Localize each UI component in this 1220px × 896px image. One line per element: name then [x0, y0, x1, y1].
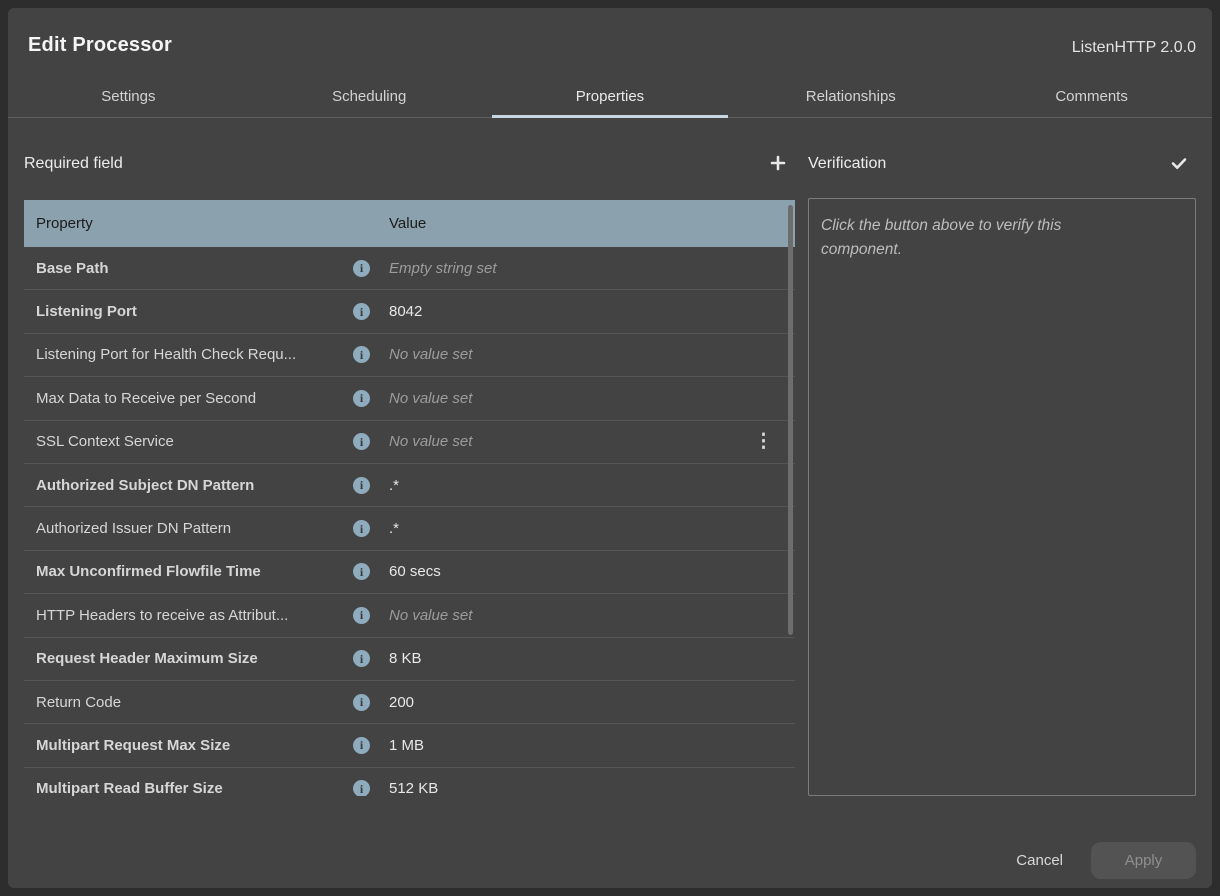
tab-relationships[interactable]: Relationships [730, 76, 971, 117]
tab-properties[interactable]: Properties [490, 76, 731, 117]
property-name: Listening Port for Health Check Requ... [24, 346, 353, 363]
verify-button[interactable] [1162, 147, 1196, 181]
properties-table-body: Base Path Empty string set Listening Por… [24, 247, 795, 796]
property-row[interactable]: Listening Port 8042 [24, 290, 795, 333]
property-name: Request Header Maximum Size [24, 650, 353, 667]
property-row[interactable]: HTTP Headers to receive as Attribut... N… [24, 594, 795, 637]
info-icon[interactable] [353, 390, 370, 407]
column-header-value: Value [389, 215, 426, 232]
edit-processor-dialog: Edit Processor ListenHTTP 2.0.0 Settings… [8, 8, 1212, 888]
check-icon [1170, 154, 1188, 175]
verification-placeholder: Click the button above to verify this co… [821, 214, 1136, 262]
properties-table: Property Value Base Path Empty string se… [24, 200, 795, 796]
required-field-label: Required field [24, 155, 123, 173]
tab-bar: Settings Scheduling Properties Relations… [8, 76, 1212, 118]
property-row[interactable]: Listening Port for Health Check Requ... … [24, 334, 795, 377]
info-icon[interactable] [353, 780, 370, 796]
property-value: No value set [389, 607, 472, 624]
tab-label: Settings [101, 88, 155, 105]
property-value: 512 KB [389, 780, 438, 796]
property-row[interactable]: Request Header Maximum Size 8 KB [24, 638, 795, 681]
dialog-title: Edit Processor [28, 34, 172, 57]
verification-panel: Click the button above to verify this co… [808, 198, 1196, 796]
info-icon[interactable] [353, 694, 370, 711]
table-scrollbar[interactable] [788, 205, 793, 635]
info-icon[interactable] [353, 260, 370, 277]
property-row[interactable]: Multipart Read Buffer Size 512 KB [24, 768, 795, 796]
tab-label: Properties [576, 88, 644, 105]
property-name: Listening Port [24, 303, 353, 320]
property-row[interactable]: Return Code 200 [24, 681, 795, 724]
property-name: Authorized Issuer DN Pattern [24, 520, 353, 537]
column-header-property: Property [24, 215, 353, 232]
property-value: 60 secs [389, 563, 441, 580]
info-icon[interactable] [353, 650, 370, 667]
info-icon[interactable] [353, 563, 370, 580]
tab-label: Relationships [806, 88, 896, 105]
more-options-icon[interactable] [754, 432, 773, 451]
property-value: No value set [389, 390, 472, 407]
component-type-label: ListenHTTP 2.0.0 [1072, 39, 1196, 57]
plus-icon [769, 154, 787, 175]
property-value: 1 MB [389, 737, 424, 754]
property-name: Authorized Subject DN Pattern [24, 477, 353, 494]
apply-button[interactable]: Apply [1091, 842, 1196, 879]
tab-comments[interactable]: Comments [971, 76, 1212, 117]
tab-scheduling[interactable]: Scheduling [249, 76, 490, 117]
property-value: No value set [389, 346, 472, 363]
property-row[interactable]: SSL Context Service No value set [24, 421, 795, 464]
info-icon[interactable] [353, 303, 370, 320]
property-value: Empty string set [389, 260, 497, 277]
info-icon[interactable] [353, 520, 370, 537]
property-value: 8 KB [389, 650, 422, 667]
property-row[interactable]: Authorized Subject DN Pattern .* [24, 464, 795, 507]
verification-header: Verification [808, 140, 1196, 188]
properties-table-header: Property Value [24, 200, 795, 247]
property-row[interactable]: Multipart Request Max Size 1 MB [24, 724, 795, 767]
property-row[interactable]: Base Path Empty string set [24, 247, 795, 290]
property-value: .* [389, 520, 399, 537]
tab-label: Scheduling [332, 88, 406, 105]
cancel-button[interactable]: Cancel [1014, 844, 1065, 877]
property-name: Max Data to Receive per Second [24, 390, 353, 407]
property-value: 8042 [389, 303, 422, 320]
property-name: Base Path [24, 260, 353, 277]
required-field-header: Required field [24, 140, 795, 188]
verification-label: Verification [808, 155, 886, 173]
info-icon[interactable] [353, 477, 370, 494]
property-value: .* [389, 477, 399, 494]
property-row[interactable]: Max Unconfirmed Flowfile Time 60 secs [24, 551, 795, 594]
tab-settings[interactable]: Settings [8, 76, 249, 117]
property-row[interactable]: Authorized Issuer DN Pattern .* [24, 507, 795, 550]
add-property-button[interactable] [761, 147, 795, 181]
tab-label: Comments [1055, 88, 1128, 105]
info-icon[interactable] [353, 346, 370, 363]
info-icon[interactable] [353, 607, 370, 624]
property-name: Max Unconfirmed Flowfile Time [24, 563, 353, 580]
dialog-footer: Cancel Apply [1014, 842, 1196, 879]
property-name: HTTP Headers to receive as Attribut... [24, 607, 353, 624]
property-value: 200 [389, 694, 414, 711]
property-name: Multipart Request Max Size [24, 737, 353, 754]
property-row[interactable]: Max Data to Receive per Second No value … [24, 377, 795, 420]
property-value: No value set [389, 433, 472, 450]
property-name: Return Code [24, 694, 353, 711]
property-name: SSL Context Service [24, 433, 353, 450]
property-name: Multipart Read Buffer Size [24, 780, 353, 796]
info-icon[interactable] [353, 737, 370, 754]
info-icon[interactable] [353, 433, 370, 450]
